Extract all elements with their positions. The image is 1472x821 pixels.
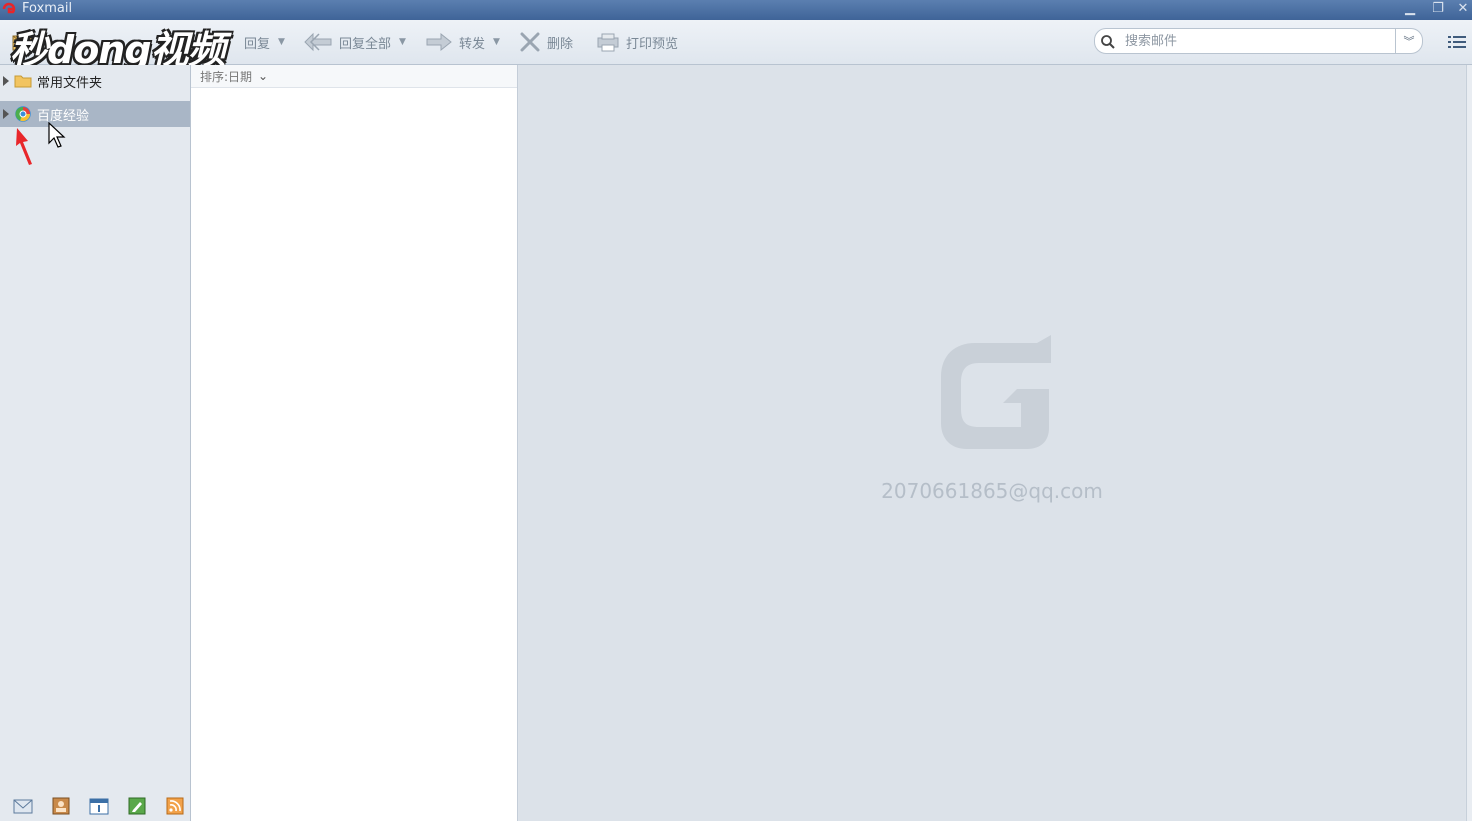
reply-all-dropdown-icon[interactable]: ▼ (399, 37, 406, 47)
delete-icon (520, 32, 540, 52)
scrollbar[interactable] (1466, 65, 1472, 821)
sort-bar[interactable]: 排序:日期 ⌄ (191, 65, 517, 88)
notes-icon[interactable] (127, 797, 147, 815)
reading-pane: 2070661865@qq.com (519, 65, 1465, 821)
window-title: Foxmail (22, 1, 73, 16)
message-list: 排序:日期 ⌄ (191, 65, 518, 821)
expand-arrow-icon[interactable] (3, 76, 9, 86)
folder-label: 百度经验 (37, 108, 90, 124)
forward-button[interactable]: 转发 ▼ (425, 30, 500, 54)
folder-item-common[interactable]: 常用文件夹 (0, 68, 190, 94)
print-preview-label: 打印预览 (626, 36, 679, 52)
calendar-icon[interactable] (89, 797, 109, 815)
search-icon[interactable] (1100, 34, 1116, 50)
sidebar-bottom-bar (0, 791, 190, 821)
reply-button[interactable]: 回复 ▼ (244, 30, 285, 54)
delete-label: 删除 (547, 36, 574, 52)
sort-label: 排序:日期 (200, 69, 253, 84)
reply-dropdown-icon[interactable]: ▼ (278, 37, 285, 47)
forward-dropdown-icon[interactable]: ▼ (493, 37, 500, 47)
expand-arrow-icon[interactable] (3, 109, 9, 119)
search-input[interactable] (1123, 31, 1392, 51)
search-box (1094, 28, 1396, 54)
print-preview-button[interactable]: 打印预览 (596, 30, 678, 54)
chevron-down-icon[interactable]: ⌄ (258, 69, 268, 83)
folder-sidebar: 常用文件夹 百度经验 (0, 65, 191, 821)
rss-icon[interactable] (165, 797, 185, 815)
close-button[interactable]: ✕ (1452, 0, 1472, 18)
forward-icon (426, 32, 452, 52)
chevron-double-down-icon: ︾ (1403, 35, 1415, 48)
red-annotation-arrow-icon (16, 128, 32, 165)
mouse-cursor-icon (48, 122, 66, 148)
reply-all-icon (304, 32, 332, 52)
forward-label: 转发 (459, 36, 486, 52)
foxmail-watermark-logo-icon (941, 335, 1051, 449)
mail-icon[interactable] (13, 797, 33, 815)
folder-label: 常用文件夹 (37, 75, 103, 91)
minimize-button[interactable]: ▁ (1399, 0, 1421, 18)
menu-icon[interactable] (1448, 34, 1466, 50)
restore-button[interactable]: ❐ (1427, 0, 1449, 18)
print-preview-icon (597, 33, 619, 52)
folder-item-baidu-jingyan[interactable]: 百度经验 (0, 101, 190, 127)
search-options-button[interactable]: ︾ (1396, 28, 1423, 54)
account-email: 2070661865@qq.com (881, 479, 1103, 503)
contacts-icon[interactable] (51, 797, 71, 815)
title-bar: Foxmail ▁ ❐ ✕ (0, 0, 1472, 20)
account-icon (15, 106, 31, 122)
reply-all-button[interactable]: 回复全部 ▼ (303, 30, 406, 54)
foxmail-logo-icon (2, 2, 16, 14)
folder-icon (14, 75, 32, 88)
reply-all-label: 回复全部 (339, 36, 392, 52)
delete-button[interactable]: 删除 (519, 30, 573, 54)
